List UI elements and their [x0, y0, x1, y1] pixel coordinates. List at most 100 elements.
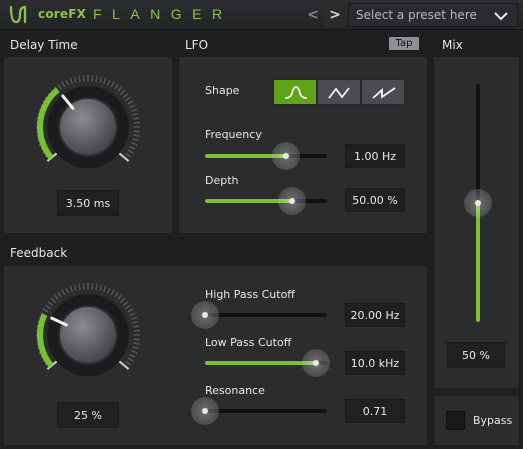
feedback-knob[interactable] — [23, 278, 153, 398]
delay-knob-scale-tick — [132, 138, 139, 142]
delay-knob-scale-tick — [69, 77, 73, 85]
shape-label: Shape — [205, 84, 240, 97]
feedback-knob-scale-tick — [91, 283, 94, 290]
high-pass-cutoff-slider[interactable] — [191, 301, 327, 329]
delay-knob-body[interactable] — [58, 97, 118, 157]
app-name: coreFX — [38, 7, 87, 21]
feedback-knob-scale-tick — [129, 312, 136, 317]
mix-slider-fill — [476, 203, 480, 322]
low-pass-cutoff-value[interactable]: 10.0 kHz — [345, 351, 405, 375]
depth-value[interactable]: 50.00 % — [345, 188, 405, 212]
delay-knob-scale-tick — [130, 108, 138, 112]
preset-dropdown[interactable]: Select a preset here — [348, 3, 518, 27]
header-bar: coreFX FLANGER < > Select a preset here — [0, 0, 523, 30]
feedback-knob-scale-tick — [113, 292, 119, 298]
delay-knob-scale-tick — [99, 76, 103, 83]
delay-time-knob[interactable] — [23, 70, 153, 190]
feedback-knob-scale-tick — [82, 283, 85, 290]
shape-sine-button[interactable] — [273, 79, 317, 105]
feedback-knob-scale-tick — [69, 285, 73, 293]
feedback-knob-scale-tick — [132, 320, 139, 324]
low-pass-cutoff-slider-thumb[interactable] — [302, 349, 331, 377]
shape-sawtooth-button[interactable] — [361, 79, 405, 105]
feedback-knob-scale-tick — [117, 294, 122, 301]
delay-knob-scale-tick — [65, 79, 70, 86]
delay-knob-scale-tick — [133, 117, 140, 120]
resonance-value[interactable]: 0.71 — [345, 399, 405, 423]
bypass-checkbox[interactable] — [446, 411, 465, 430]
delay-knob-scale-tick — [91, 75, 94, 82]
delay-knob-scale-tick — [73, 76, 77, 83]
mix-value[interactable]: 50 % — [447, 342, 505, 368]
feedback-knob-scale-tick — [42, 308, 49, 313]
delay-knob-scale-tick — [110, 81, 115, 88]
delay-knob-scale-tick — [113, 84, 119, 90]
delay-knob-scale-tick — [106, 79, 111, 86]
feedback-knob-scale-tick — [47, 301, 54, 306]
mix-label: Mix — [442, 38, 463, 52]
feedback-knob-scale-tick — [130, 350, 138, 354]
feedback-knob-scale-tick — [133, 338, 140, 341]
delay-knob-scale-tick — [122, 93, 129, 98]
preset-placeholder: Select a preset here — [356, 8, 477, 22]
chevron-down-icon — [494, 12, 508, 21]
feedback-knob-body[interactable] — [58, 305, 118, 365]
feedback-knob-scale-tick — [133, 342, 140, 345]
feedback-knob-scale-tick — [73, 284, 77, 291]
depth-slider[interactable] — [205, 187, 327, 215]
feedback-knob-scale-tick — [129, 353, 136, 358]
sawtooth-wave-icon — [372, 87, 396, 99]
delay-time-value[interactable]: 3.50 ms — [57, 190, 119, 216]
frequency-slider[interactable] — [205, 142, 327, 170]
feedback-knob-scale-tick — [133, 329, 140, 332]
mix-slider[interactable] — [464, 84, 492, 322]
feedback-knob-scale-tick — [127, 308, 134, 313]
feedback-knob-scale-tick — [125, 360, 131, 366]
delay-knob-scale-tick — [82, 75, 85, 82]
feedback-knob-scale-tick — [78, 283, 81, 290]
delay-knob-scale-tick — [120, 89, 126, 95]
feedback-value[interactable]: 25 % — [57, 402, 119, 428]
next-preset-button[interactable]: > — [324, 3, 346, 27]
low-pass-cutoff-label: Low Pass Cutoff — [205, 336, 292, 349]
feedback-knob-scale-tick — [54, 294, 59, 301]
delay-knob-scale-tick — [125, 152, 131, 158]
delay-knob-scale-tick — [78, 75, 81, 82]
resonance-label: Resonance — [205, 384, 265, 397]
low-pass-cutoff-slider[interactable] — [205, 349, 331, 377]
feedback-knob-scale-tick — [103, 285, 107, 293]
feedback-knob-scale-tick — [122, 301, 129, 306]
delay-knob-scale-tick — [125, 96, 131, 102]
feedback-knob-scale-tick — [120, 297, 126, 303]
high-pass-cutoff-label: High Pass Cutoff — [205, 288, 295, 301]
delay-knob-scale-tick — [95, 75, 98, 82]
feedback-knob-scale-tick — [110, 289, 115, 296]
sine-wave-icon — [284, 86, 308, 99]
feedback-knob-scale-tick — [127, 357, 134, 362]
feedback-knob-scale-tick — [132, 346, 139, 350]
feedback-knob-scale-tick — [125, 304, 131, 310]
feedback-knob-scale-tick — [61, 289, 66, 296]
previous-preset-button[interactable]: < — [302, 3, 324, 27]
delay-knob-scale-tick — [61, 81, 66, 88]
lfo-label: LFO — [185, 38, 209, 52]
delay-time-label: Delay Time — [10, 38, 78, 52]
delay-knob-scale-tick — [117, 86, 122, 93]
depth-slider-thumb[interactable] — [277, 187, 306, 215]
feedback-knob-scale-tick — [133, 325, 140, 328]
resonance-slider[interactable] — [191, 397, 327, 425]
low-pass-cutoff-slider-fill — [205, 361, 317, 365]
high-pass-cutoff-value[interactable]: 20.00 Hz — [345, 303, 405, 327]
high-pass-cutoff-slider-thumb[interactable] — [191, 301, 219, 329]
tap-button[interactable]: Tap — [389, 37, 419, 50]
feedback-knob-scale-tick — [95, 283, 98, 290]
shape-triangle-button[interactable] — [317, 79, 361, 105]
delay-knob-scale-tick — [129, 104, 136, 109]
delay-knob-scale-tick — [132, 112, 139, 116]
resonance-slider-thumb[interactable] — [191, 397, 219, 425]
feedback-knob-scale-tick — [45, 304, 51, 310]
mix-slider-thumb[interactable] — [464, 189, 492, 217]
frequency-value[interactable]: 1.00 Hz — [345, 144, 405, 168]
feedback-knob-scale-tick — [65, 287, 70, 294]
frequency-slider-thumb[interactable] — [271, 142, 300, 170]
